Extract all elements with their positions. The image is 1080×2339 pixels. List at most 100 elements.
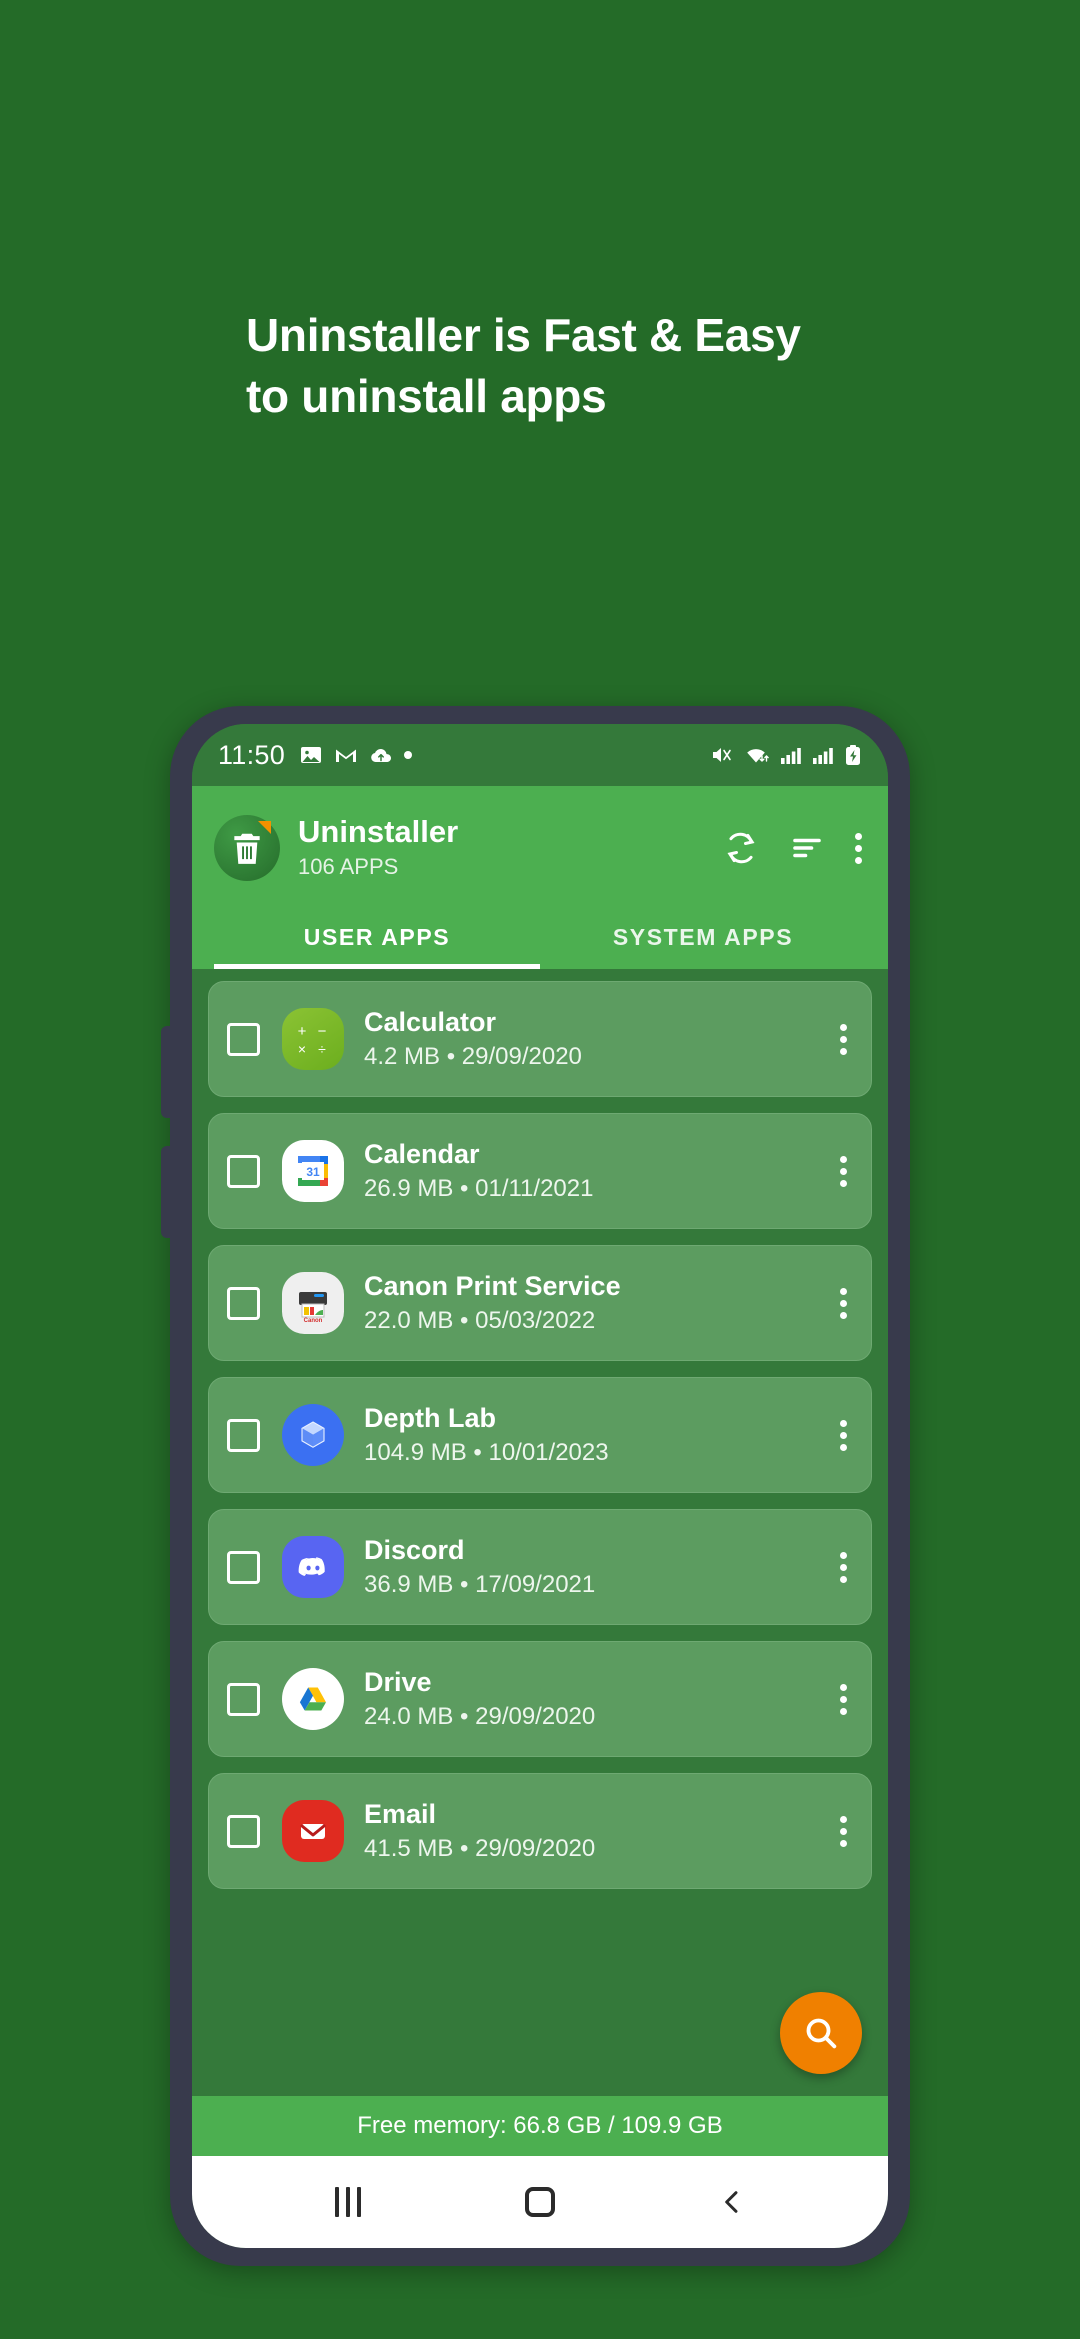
svg-text:÷: ÷: [318, 1041, 326, 1057]
app-bar-actions: [723, 830, 866, 866]
recents-icon: [335, 2187, 361, 2217]
phone-mockup: 11:50 Uninstaller 106 APPS USER APPS SYS…: [161, 706, 910, 2266]
phone-volume-button: [161, 1026, 175, 1118]
gmail-icon: [336, 749, 357, 762]
app-checkbox[interactable]: [227, 1814, 260, 1848]
app-checkbox[interactable]: [227, 1682, 260, 1716]
app-checkbox[interactable]: [227, 1154, 260, 1188]
depth-lab-icon: [282, 1404, 344, 1466]
svg-text:31: 31: [306, 1165, 320, 1179]
tab-bar: USER APPS SYSTEM APPS: [214, 904, 866, 969]
back-button[interactable]: [692, 2172, 772, 2232]
table-row[interactable]: Discord 36.9 MB • 17/09/2021: [208, 1509, 872, 1625]
status-bar-clock: 11:50: [218, 739, 286, 770]
back-icon: [725, 2191, 738, 2213]
phone-screen: 11:50 Uninstaller 106 APPS USER APPS SYS…: [192, 724, 888, 2248]
app-checkbox[interactable]: [227, 1286, 260, 1320]
promo-headline-line-1: Uninstaller is Fast & Easy: [246, 309, 801, 361]
mute-vibrate-icon: [713, 748, 731, 762]
cloud-upload-icon: [371, 749, 392, 762]
app-detail: 104.9 MB • 10/01/2023: [364, 1439, 609, 1467]
calculator-icon: + − × ÷: [282, 1008, 344, 1070]
status-bar-system-icons: [710, 744, 862, 766]
trash-can-icon: [234, 833, 260, 864]
search-fab-button[interactable]: [780, 1992, 862, 2074]
app-bar-titles: Uninstaller 106 APPS: [298, 813, 723, 881]
table-row[interactable]: Email 41.5 MB • 29/09/2020: [208, 1773, 872, 1889]
tab-user-apps-label: USER APPS: [303, 924, 451, 950]
promo-headline: Uninstaller is Fast & Easy to uninstall …: [246, 305, 946, 426]
free-memory-status: Free memory: 66.8 GB / 109.9 GB: [192, 2096, 888, 2156]
sort-icon[interactable]: [789, 830, 825, 866]
row-overflow-menu-icon[interactable]: [830, 1280, 857, 1327]
photo-icon: [301, 747, 322, 763]
app-detail: 24.0 MB • 29/09/2020: [364, 1703, 596, 1731]
row-overflow-menu-icon[interactable]: [830, 1544, 857, 1591]
svg-text:Canon: Canon: [304, 1318, 323, 1324]
svg-text:+: +: [298, 1023, 307, 1040]
app-name: Discord: [364, 1534, 465, 1565]
phone-power-button: [161, 1146, 175, 1238]
overflow-menu-icon[interactable]: [855, 832, 862, 864]
table-row[interactable]: Depth Lab 104.9 MB • 10/01/2023: [208, 1377, 872, 1493]
app-meta: Drive 24.0 MB • 29/09/2020: [364, 1666, 830, 1733]
app-meta: Calendar 26.9 MB • 01/11/2021: [364, 1138, 830, 1205]
promo-headline-line-2: to uninstall apps: [246, 369, 607, 422]
row-overflow-menu-icon[interactable]: [830, 1148, 857, 1195]
row-overflow-menu-icon[interactable]: [830, 1412, 857, 1459]
tab-user-apps[interactable]: USER APPS: [214, 904, 540, 969]
page-title: Uninstaller: [298, 813, 459, 849]
app-logo: [214, 815, 280, 881]
google-drive-icon: [282, 1668, 344, 1730]
app-name: Email: [364, 1798, 437, 1829]
logo-corner-flag-icon: [258, 821, 271, 834]
row-overflow-menu-icon[interactable]: [830, 1808, 857, 1855]
app-name: Calendar: [364, 1138, 480, 1169]
app-detail: 41.5 MB • 29/09/2020: [364, 1835, 596, 1863]
app-name: Calculator: [364, 1006, 497, 1037]
app-bar-row: Uninstaller 106 APPS: [214, 802, 866, 894]
svg-text:−: −: [318, 1023, 327, 1040]
app-name: Drive: [364, 1666, 432, 1697]
app-name: Canon Print Service: [364, 1270, 621, 1301]
table-row[interactable]: Canon Canon Print Service 22.0 MB • 05/0…: [208, 1245, 872, 1361]
app-checkbox[interactable]: [227, 1022, 260, 1056]
app-detail: 4.2 MB • 29/09/2020: [364, 1043, 582, 1071]
table-row[interactable]: 31 Calendar 26.9 MB • 01/11/2021: [208, 1113, 872, 1229]
app-detail: 36.9 MB • 17/09/2021: [364, 1571, 596, 1599]
home-button[interactable]: [500, 2172, 580, 2232]
svg-text:×: ×: [298, 1041, 306, 1057]
app-checkbox[interactable]: [227, 1418, 260, 1452]
calendar-icon: 31: [282, 1140, 344, 1202]
app-meta: Discord 36.9 MB • 17/09/2021: [364, 1534, 830, 1601]
row-overflow-menu-icon[interactable]: [830, 1016, 857, 1063]
tab-system-apps[interactable]: SYSTEM APPS: [540, 904, 866, 969]
status-bar-notification-icons: [299, 743, 413, 767]
app-meta: Depth Lab 104.9 MB • 10/01/2023: [364, 1402, 830, 1469]
system-navigation-bar: [192, 2156, 888, 2248]
search-icon: [806, 2018, 837, 2049]
app-meta: Canon Print Service 22.0 MB • 05/03/2022: [364, 1270, 830, 1337]
table-row[interactable]: + − × ÷ Calculator 4.2 MB • 29/09/2020: [208, 981, 872, 1097]
recents-button[interactable]: [308, 2172, 388, 2232]
discord-icon: [282, 1536, 344, 1598]
app-bar: Uninstaller 106 APPS USER APPS SYSTEM AP…: [192, 786, 888, 969]
row-overflow-menu-icon[interactable]: [830, 1676, 857, 1723]
app-checkbox[interactable]: [227, 1550, 260, 1584]
wifi-icon: [747, 749, 769, 763]
app-detail: 22.0 MB • 05/03/2022: [364, 1307, 596, 1335]
signal-2-icon: [813, 748, 833, 764]
table-row[interactable]: Drive 24.0 MB • 29/09/2020: [208, 1641, 872, 1757]
status-bar: 11:50: [192, 724, 888, 786]
tab-system-apps-label: SYSTEM APPS: [612, 924, 794, 950]
battery-charging-icon: [846, 745, 860, 765]
app-count-label: 106 APPS: [298, 853, 399, 879]
app-list[interactable]: + − × ÷ Calculator 4.2 MB • 29/09/2020 3…: [192, 969, 888, 2096]
app-meta: Email 41.5 MB • 29/09/2020: [364, 1798, 830, 1865]
app-detail: 26.9 MB • 01/11/2021: [364, 1175, 594, 1203]
refresh-icon[interactable]: [723, 830, 759, 866]
canon-printer-icon: Canon: [282, 1272, 344, 1334]
dot-icon: [404, 751, 413, 759]
signal-1-icon: [781, 748, 801, 764]
app-meta: Calculator 4.2 MB • 29/09/2020: [364, 1006, 830, 1073]
